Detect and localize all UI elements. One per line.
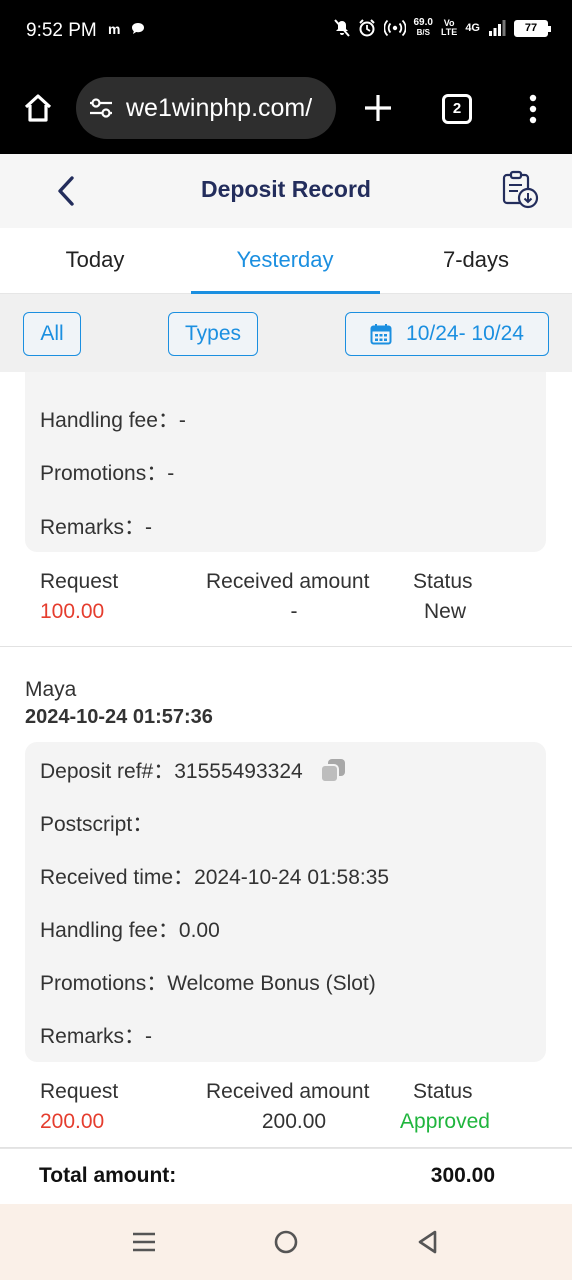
address-bar[interactable]: we1winphp.com/ [76,77,336,139]
url-text[interactable]: we1winphp.com/ [126,94,312,123]
detail-row: Handling fee：- [40,404,186,434]
request-value: 100.00 [40,600,105,623]
app-header: Deposit Record [0,154,572,228]
detail-value: - [178,409,186,432]
detail-value: 0.00 [178,919,220,942]
payment-method: Maya [25,678,77,701]
notification-icons: m [108,21,146,37]
detail-value: Welcome Bonus (Slot) [167,972,376,995]
plus-icon[interactable] [362,92,394,124]
detail-row: Remarks：- [40,511,152,541]
copy-icon[interactable] [319,757,347,784]
detail-label: Postscript： [40,813,154,836]
detail-value: - [145,1025,153,1048]
received-amount-value: 200.00 [261,1110,327,1133]
detail-row: Received time：2024-10-24 01:58:35 [40,861,389,891]
system-nav-bar [0,1204,572,1280]
detail-row: Promotions：- [40,457,174,487]
status-badge: Approved [400,1110,490,1133]
received-amount-value: - [290,600,298,623]
tabs-icon[interactable]: 2 [442,94,472,124]
detail-row: Deposit ref#：31555493324 [40,755,347,785]
request-label: Request [40,1080,119,1103]
detail-label: Remarks： [40,516,146,539]
net-speed-value: 69.0 [413,17,433,28]
detail-label: Handling fee： [40,409,179,432]
mute-icon [333,19,350,37]
status-label: Status [413,1080,473,1103]
record-list[interactable]: Handling fee：- Promotions：- Remarks：- Re… [0,372,572,1148]
detail-label: Received time： [40,866,195,889]
net-speed: 69.0 B/S [414,18,433,38]
types-filter-button[interactable]: Types [168,312,258,356]
tab-today[interactable]: Today [0,228,190,294]
alarm-icon [358,19,375,37]
m-notification-icon: m [108,21,121,37]
status-bar: 9:52 PM m 69.0 B/S Vo LTE 4G 77 [0,0,572,66]
detail-label: Deposit ref#： [40,760,175,783]
detail-label: Handling fee： [40,919,179,942]
date-tabs: Today Yesterday 7-days [0,228,572,294]
detail-row: Remarks：- [40,1020,152,1050]
detail-value: 2024-10-24 01:58:35 [194,866,390,889]
record-card: Maya 2024-10-24 01:57:36 Deposit ref#：31… [0,648,572,1148]
status-label: Status [413,570,473,593]
more-vert-icon[interactable] [528,94,538,124]
tab-yesterday[interactable]: Yesterday [190,228,380,294]
home-nav-icon[interactable] [272,1228,300,1256]
status-badge: New [423,600,466,623]
filter-bar: All Types 10/24- 10/24 [0,294,572,372]
record-card: Handling fee：- Promotions：- Remarks：- Re… [0,372,572,647]
date-range-button[interactable]: 10/24- 10/24 [345,312,549,356]
tab-7-days[interactable]: 7-days [381,228,571,294]
detail-label: Promotions： [40,972,168,995]
clipboard-download-icon[interactable] [500,170,540,210]
total-amount-label: Total amount: [39,1164,177,1187]
detail-row: Postscript： [40,808,153,838]
detail-row: Promotions：Welcome Bonus (Slot) [40,967,376,997]
received-amount-label: Received amount [206,570,370,593]
status-right-icons: 69.0 B/S Vo LTE 4G 77 [333,18,551,38]
detail-value: - [167,462,175,485]
status-time: 9:52 PM [26,20,97,41]
deposit-ref-value: 31555493324 [174,760,303,783]
volte-bottom: LTE [440,27,458,37]
detail-label: Promotions： [40,462,168,485]
page-title: Deposit Record [201,176,371,202]
detail-label: Remarks： [40,1025,146,1048]
home-icon[interactable] [22,92,54,124]
date-range-text: 10/24- 10/24 [406,322,524,345]
record-details: Handling fee：- Promotions：- Remarks：- [25,372,546,552]
network-type: 4G [465,22,480,34]
received-amount-label: Received amount [206,1080,370,1103]
detail-value: - [145,516,153,539]
record-details: Deposit ref#：31555493324 Postscript： Rec… [25,742,546,1062]
signal-icon [489,20,506,36]
chat-bubble-icon [132,23,145,34]
volte-indicator: Vo LTE [441,19,457,37]
total-amount-value: 300.00 [430,1164,495,1187]
recents-icon[interactable] [130,1228,158,1256]
all-filter-button[interactable]: All [23,312,81,356]
back-nav-icon[interactable] [414,1228,442,1256]
request-label: Request [40,570,119,593]
hotspot-icon [383,19,406,37]
total-bar: Total amount: 300.00 [0,1148,572,1204]
browser-toolbar: we1winphp.com/ 2 [0,66,572,154]
detail-row: Handling fee：0.00 [40,914,220,944]
battery-icon: 77 [514,19,551,37]
tune-icon[interactable] [88,95,114,121]
request-value: 200.00 [40,1110,105,1133]
calendar-icon [370,324,392,345]
record-datetime: 2024-10-24 01:57:36 [25,706,213,728]
net-speed-unit: B/S [416,28,430,37]
